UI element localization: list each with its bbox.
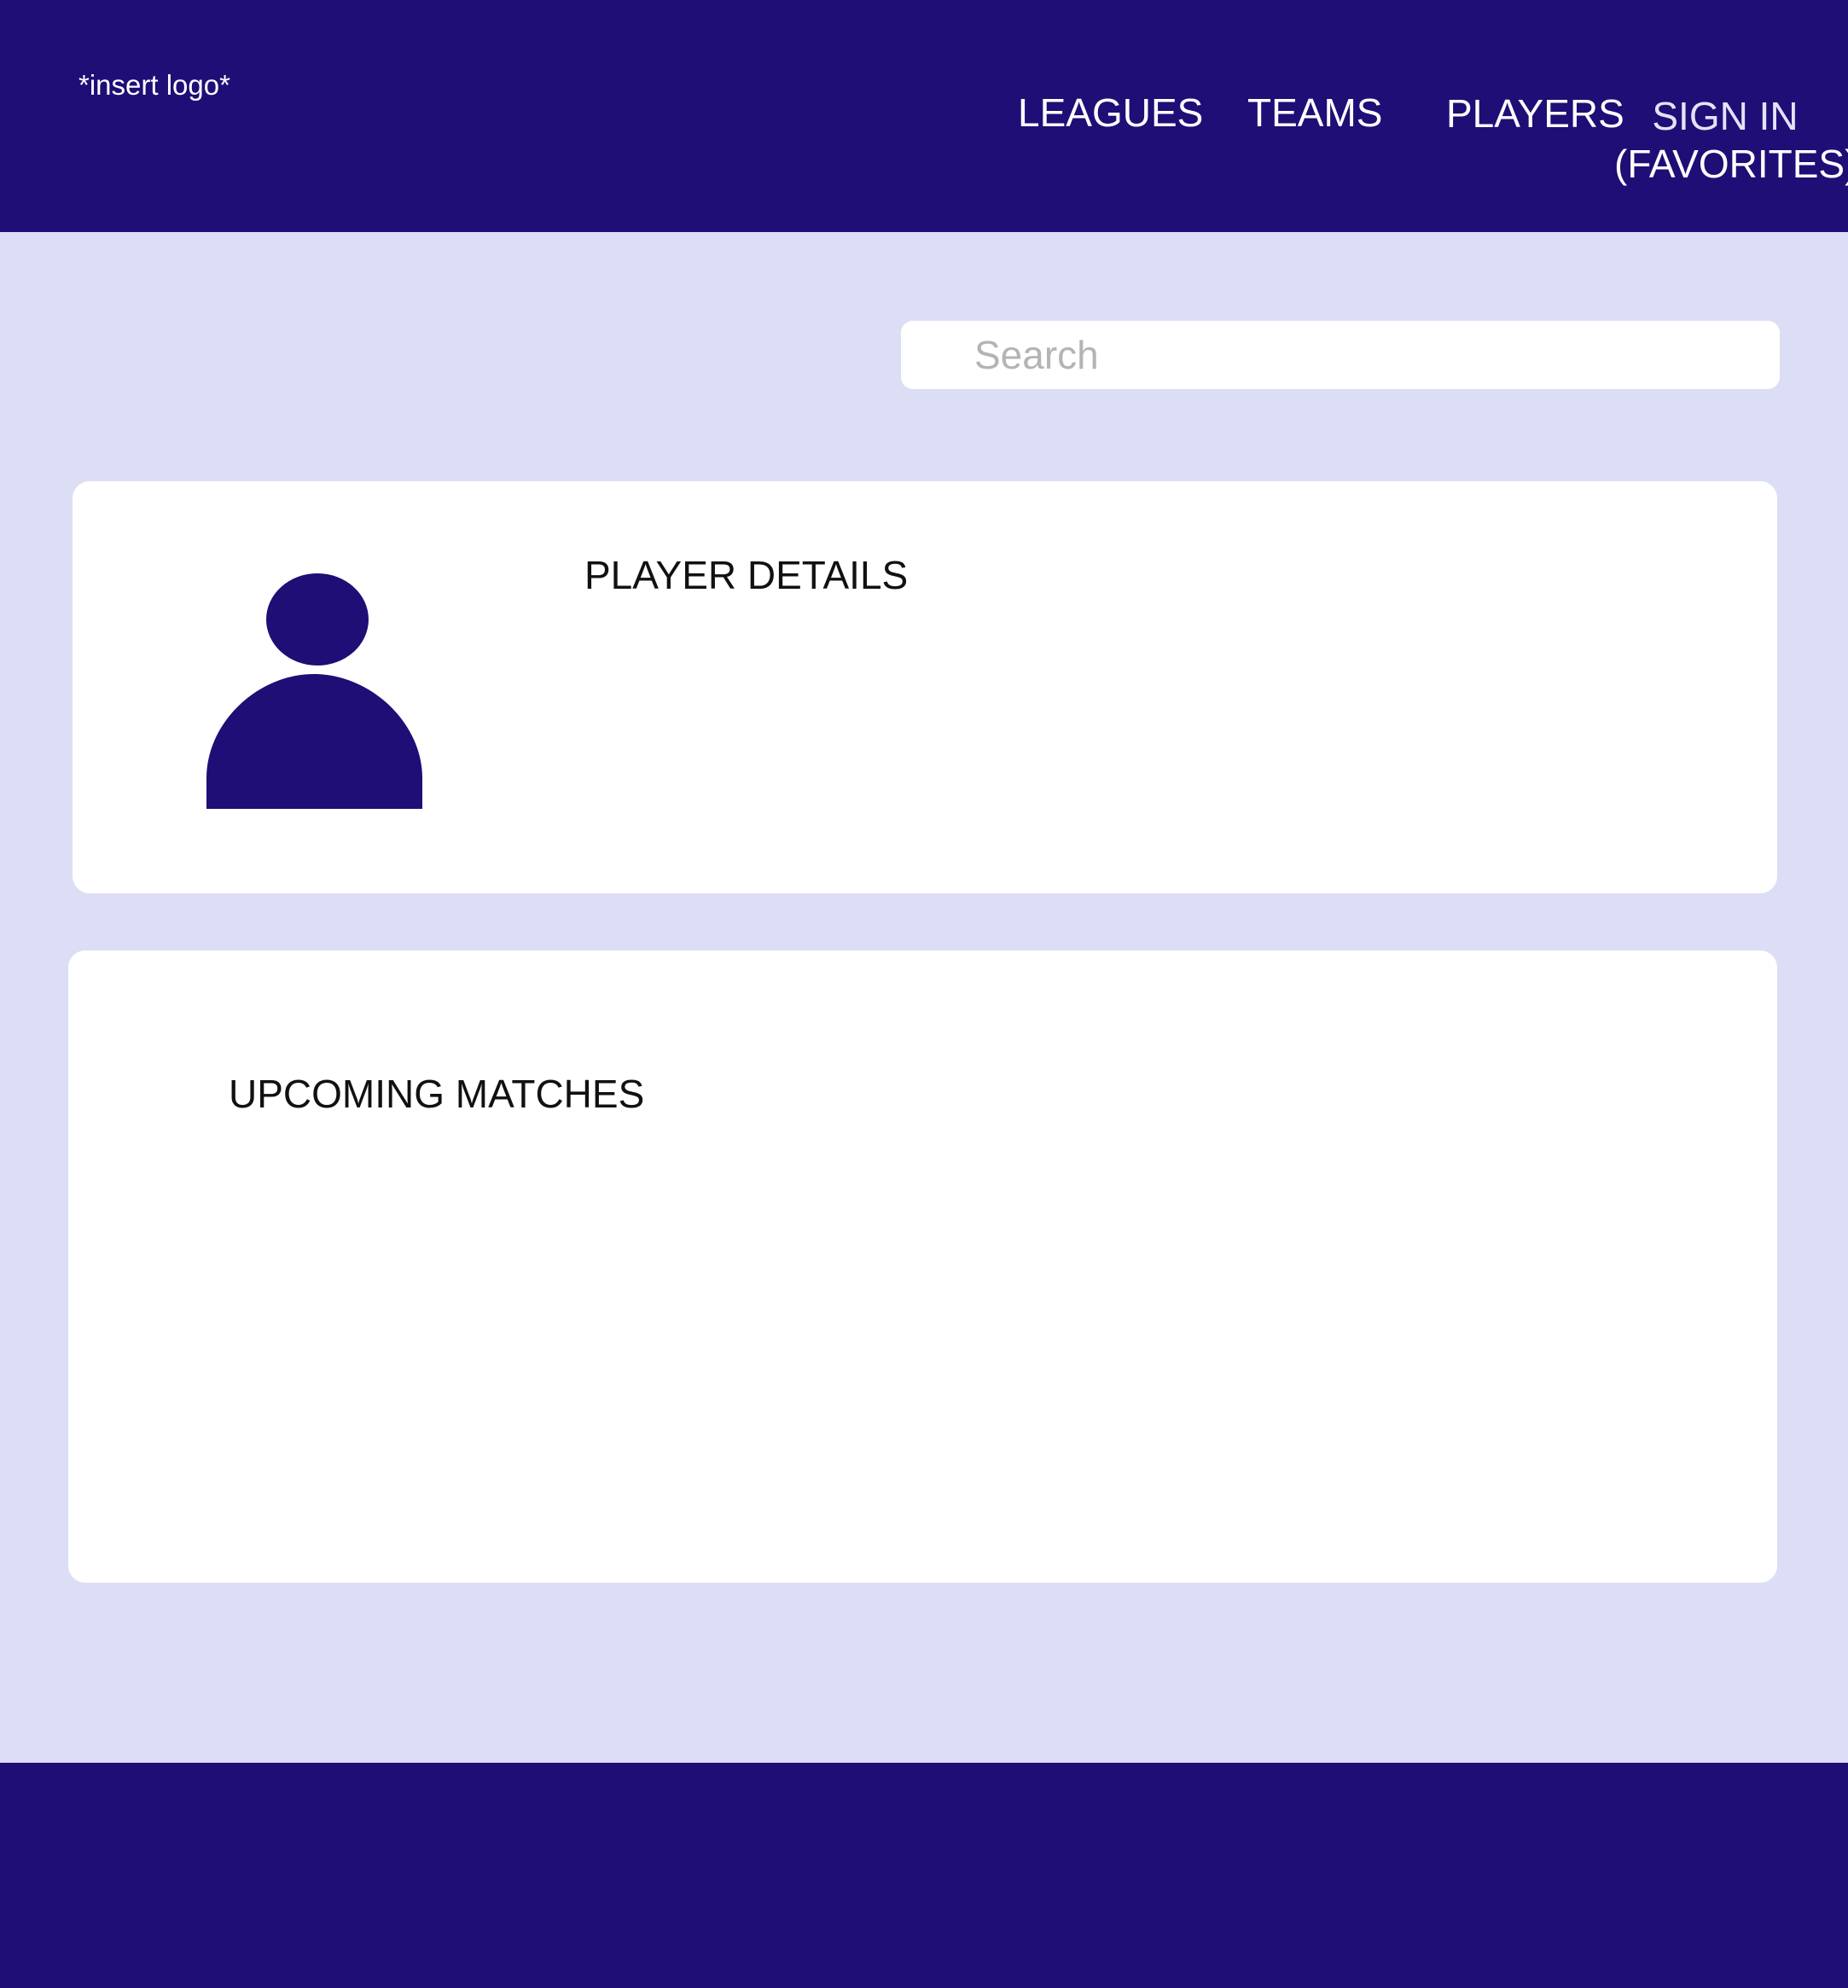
upcoming-matches-card: UPCOMING MATCHES	[68, 950, 1777, 1583]
user-avatar-icon	[206, 573, 422, 809]
sign-in-label: SIGN IN	[1652, 94, 1799, 138]
top-header: *insert logo* LEAGUES TEAMS PLAYERS SIGN…	[0, 0, 1848, 232]
nav-leagues-link[interactable]: LEAGUES	[1018, 89, 1203, 137]
upcoming-matches-title: UPCOMING MATCHES	[229, 1072, 645, 1116]
page-footer	[0, 1763, 1848, 1988]
sign-in-sublabel: (FAVORITES)	[1614, 142, 1848, 186]
player-details-card: PLAYER DETAILS	[73, 481, 1777, 893]
logo-placeholder[interactable]: *insert logo*	[78, 68, 230, 102]
sign-in-link[interactable]: SIGN IN (FAVORITES)	[1614, 92, 1848, 188]
player-details-title: PLAYER DETAILS	[584, 553, 909, 597]
nav-teams-link[interactable]: TEAMS	[1247, 89, 1382, 137]
search-input[interactable]	[974, 321, 1759, 389]
search-bar[interactable]	[901, 321, 1780, 389]
nav-players-link[interactable]: PLAYERS	[1446, 90, 1624, 137]
